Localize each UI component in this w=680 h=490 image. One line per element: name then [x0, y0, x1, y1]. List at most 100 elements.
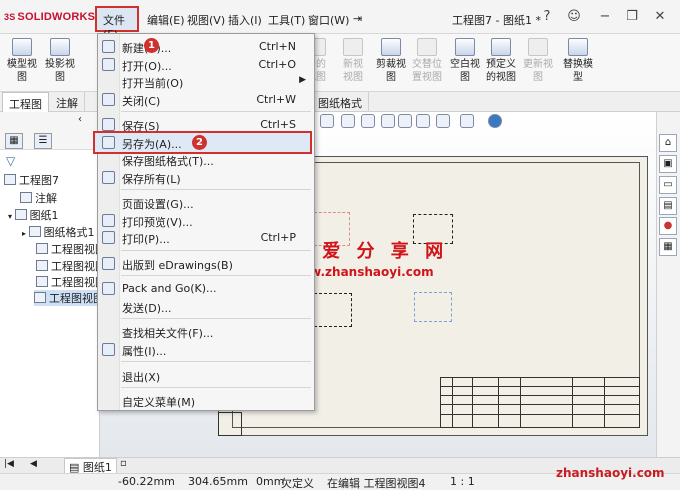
appearances-icon[interactable]: ● — [659, 217, 677, 235]
tree-item-drawing-view[interactable]: 工程图视图 — [36, 258, 106, 274]
tab-drawing[interactable]: 工程图 — [2, 92, 49, 112]
design-library-icon[interactable]: ▣ — [659, 155, 677, 173]
menu-item-find-references[interactable]: 查找相关文件(F)... — [98, 322, 314, 341]
restore-icon[interactable]: ❐ — [624, 9, 640, 25]
menu-item-page-setup[interactable]: 页面设置(G)... — [98, 193, 314, 212]
hide-show-icon[interactable] — [460, 114, 474, 128]
menu-item-label: 查找相关文件(F)... — [122, 327, 214, 340]
pan-icon[interactable] — [381, 114, 395, 128]
tree-item-annotations[interactable]: 注解 — [20, 190, 57, 206]
menu-item-save-all[interactable]: 保存所有(L) — [98, 168, 314, 187]
panel-collapse-icon[interactable]: ‹ — [78, 114, 82, 125]
pack-and-go-icon — [102, 282, 115, 295]
menu-edit[interactable]: 编辑(E) — [144, 10, 188, 30]
menu-item-label: 出版到 eDrawings(B) — [122, 259, 233, 272]
alternate-position-label: 交替位 置视图 — [412, 59, 442, 83]
zoom-in-out-icon[interactable] — [361, 114, 375, 128]
predefined-view-label: 预定义 的视图 — [486, 59, 516, 83]
title-block-line — [472, 377, 473, 428]
appearance-icon[interactable] — [488, 114, 502, 128]
menu-item-label: 关闭(C) — [122, 95, 161, 108]
menu-item-label: 自定义菜单(M) — [122, 396, 196, 409]
add-sheet-icon[interactable]: ▫ — [120, 458, 127, 469]
save-icon — [102, 118, 115, 131]
menu-item-publish-edrawings[interactable]: 出版到 eDrawings(B) — [98, 254, 314, 273]
menu-item-new[interactable]: 新建(N)...Ctrl+N — [98, 37, 314, 56]
menu-view[interactable]: 视图(V) — [184, 10, 228, 30]
menu-item-shortcut: Ctrl+N — [258, 40, 296, 53]
drawing-icon — [4, 174, 16, 185]
tree-item-drawing-view[interactable]: 工程图视图 — [36, 241, 106, 257]
custom-properties-icon[interactable]: ▦ — [659, 238, 677, 256]
menu-separator — [121, 275, 311, 276]
drawing-view-box[interactable] — [314, 293, 352, 327]
tree-item-sheet-format[interactable]: ▸ 图纸格式1 — [22, 224, 95, 240]
prev-sheet-icon[interactable]: ◀ — [30, 459, 37, 469]
model-view-label: 模型视 图 — [7, 59, 37, 83]
menu-item-exit[interactable]: 退出(X) — [98, 366, 314, 385]
update-view-label: 更新视 图 — [523, 59, 553, 83]
projected-view-label: 投影视 图 — [45, 59, 75, 83]
logo-text: SOLIDWORKS — [17, 11, 96, 23]
menu-separator — [121, 189, 311, 190]
menu-item-customize-menu[interactable]: 自定义菜单(M) — [98, 391, 314, 410]
solidworks-logo[interactable]: 3S SOLIDWORKS — [4, 11, 95, 23]
first-sheet-icon[interactable]: |◀ — [4, 459, 14, 469]
menu-item-print[interactable]: 打印(P)... Ctrl+P — [98, 228, 314, 247]
drawing-view-box-selected[interactable] — [414, 292, 452, 322]
minimize-icon[interactable]: − — [597, 9, 613, 25]
title-block-line — [440, 404, 640, 405]
menu-file[interactable]: 文件(F) — [95, 6, 139, 41]
tree-root[interactable]: 工程图7 — [4, 172, 59, 188]
drawing-view-icon — [36, 260, 48, 271]
replace-model-label: 替换模 型 — [563, 59, 593, 83]
user-icon[interactable]: ☺ — [566, 9, 582, 25]
property-manager-tab-icon[interactable]: ☰ — [34, 133, 52, 149]
replace-model-button[interactable]: 替换模 型 — [556, 36, 600, 90]
zoom-area-icon[interactable] — [341, 114, 355, 128]
display-style-icon[interactable] — [436, 114, 450, 128]
tree-item-drawing-view[interactable]: 工程图视图 — [36, 274, 106, 290]
menu-item-close[interactable]: 关闭(C) Ctrl+W — [98, 90, 314, 109]
projected-view-button[interactable]: 投影视 图 — [38, 36, 82, 90]
rotate-icon[interactable] — [398, 114, 412, 128]
sheet-format-icon — [28, 226, 41, 237]
update-view-button[interactable]: 更新视 图 — [516, 36, 560, 90]
status-y: 304.65mm — [188, 475, 248, 488]
new-doc-icon — [102, 40, 115, 53]
status-scale[interactable]: 1 : 1 — [450, 475, 475, 488]
menu-item-save[interactable]: 保存(S) Ctrl+S — [98, 115, 314, 134]
menu-item-pack-and-go[interactable]: Pack and Go(K)... — [98, 279, 314, 298]
filter-icon[interactable]: ▽ — [6, 154, 15, 168]
menu-item-send[interactable]: 发送(D)... — [98, 297, 314, 316]
title-block-line — [572, 377, 573, 428]
tab-annotation[interactable]: 注解 — [50, 92, 85, 112]
menu-item-save-sheet-format[interactable]: 保存图纸格式(T)... — [98, 150, 314, 169]
menu-separator — [121, 361, 311, 362]
feature-tree-tab-icon[interactable]: ▦ — [5, 133, 23, 149]
menu-item-open-current[interactable]: 打开当前(O) ▶ — [98, 72, 314, 91]
menu-item-label: 发送(D)... — [122, 302, 172, 315]
tree-item-drawing-view-selected[interactable]: 工程图视图 — [34, 290, 104, 306]
close-icon[interactable]: ✕ — [652, 9, 668, 25]
view-orientation-icon[interactable] — [416, 114, 430, 128]
resources-icon[interactable]: ⌂ — [659, 134, 677, 152]
tree-item-label: 工程图视图 — [49, 292, 104, 305]
tab-sheet-format[interactable]: 图纸格式 — [312, 92, 369, 112]
menu-window[interactable]: 窗口(W) — [305, 10, 352, 30]
print-icon — [102, 231, 115, 244]
menu-pin-icon[interactable]: ⇥ — [350, 10, 365, 27]
tree-item-label: 图纸格式1 — [43, 226, 95, 239]
tree-item-sheet[interactable]: ▾ 图纸1 — [8, 207, 59, 223]
help-icon[interactable]: ? — [539, 9, 555, 25]
file-explorer-icon[interactable]: ▭ — [659, 176, 677, 194]
zoom-fit-icon[interactable] — [320, 114, 334, 128]
new-view-button[interactable]: 新视 视图 — [333, 36, 373, 90]
replace-model-icon — [568, 38, 588, 56]
menu-item-shortcut: Ctrl+S — [260, 118, 296, 131]
empty-view-label: 空白视 图 — [450, 59, 480, 83]
menu-tools[interactable]: 工具(T) — [265, 10, 308, 30]
menu-insert[interactable]: 插入(I) — [225, 10, 265, 30]
view-palette-icon[interactable]: ▤ — [659, 197, 677, 215]
menu-item-properties[interactable]: 属性(I)... — [98, 340, 314, 359]
